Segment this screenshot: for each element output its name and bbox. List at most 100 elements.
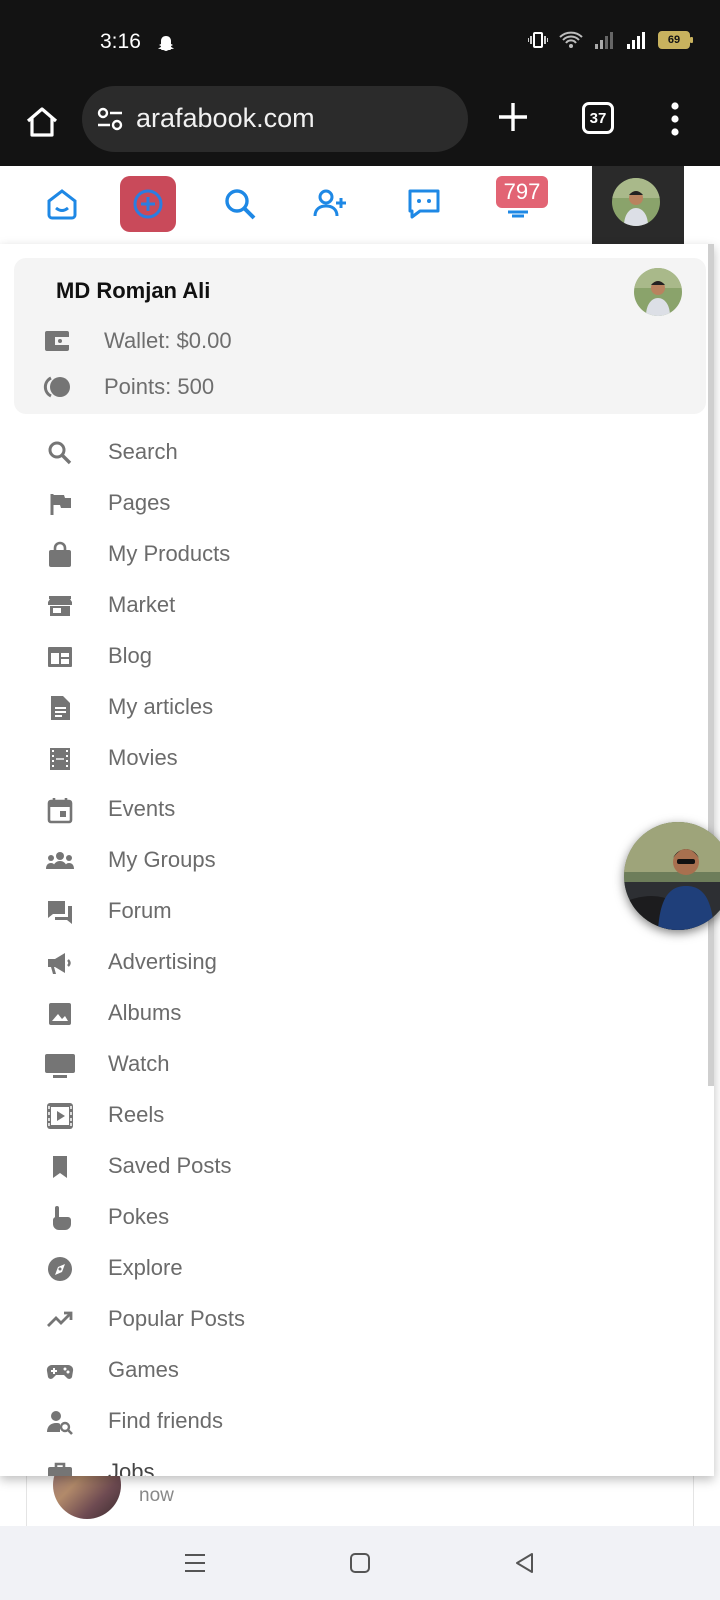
recents-icon[interactable] (182, 1550, 208, 1576)
menu-item-label: Forum (108, 898, 172, 923)
add-circle-icon (133, 189, 163, 219)
profile-avatar (612, 178, 660, 226)
back-icon[interactable] (512, 1550, 538, 1576)
menu-item-advertising[interactable]: Advertising (0, 936, 700, 987)
menu-item-label: Market (108, 592, 176, 617)
wallet-icon (45, 331, 69, 351)
reels-icon (47, 1103, 73, 1129)
menu-item-my-products[interactable]: My Products (0, 528, 700, 579)
tv-icon (45, 1054, 75, 1078)
menu-item-label: Reels (108, 1102, 165, 1127)
groups-icon (46, 852, 74, 869)
menu-item-my-articles[interactable]: My articles (0, 681, 700, 732)
search-icon[interactable] (222, 186, 258, 222)
points-icon (43, 376, 70, 398)
gamepad-icon (46, 1364, 74, 1379)
menu-item-label: Search (108, 439, 178, 464)
compass-icon (48, 1257, 72, 1281)
poke-icon (53, 1206, 71, 1230)
menu-item-label: Movies (108, 745, 178, 770)
notification-badge: 797 (496, 176, 548, 208)
bookmark-icon (53, 1156, 67, 1178)
menu-item-pokes[interactable]: Pokes (0, 1191, 700, 1242)
battery-icon: 69 (658, 31, 693, 49)
points-balance: Points: 500 (104, 374, 215, 399)
menu-item-games[interactable]: Games (0, 1344, 700, 1395)
search-icon (48, 441, 72, 465)
status-bar: 3:16 69 (0, 0, 720, 86)
url-text[interactable]: arafabook.com (136, 103, 315, 134)
menu-item-label: Popular Posts (108, 1306, 245, 1331)
scrollbar[interactable] (708, 244, 714, 1086)
menu-item-label: Pages (108, 490, 171, 515)
store-icon (48, 596, 72, 616)
home-icon[interactable] (44, 186, 80, 222)
wallet-row[interactable]: Wallet: $0.00 (42, 326, 232, 356)
menu-item-label: My Groups (108, 847, 216, 872)
add-friend-icon[interactable] (312, 186, 348, 222)
profile-menu-button[interactable] (592, 166, 684, 244)
calendar-icon (47, 798, 73, 824)
menu-list: Search Pages My Products Market Blog My … (0, 426, 700, 1476)
signal-icon (595, 32, 613, 49)
tab-switcher[interactable]: 37 (582, 102, 614, 134)
address-bar[interactable]: arafabook.com (82, 86, 468, 152)
menu-item-saved-posts[interactable]: Saved Posts (0, 1140, 700, 1191)
messages-icon[interactable] (406, 186, 442, 222)
menu-item-my-groups[interactable]: My Groups (0, 834, 700, 885)
wifi-icon (559, 31, 583, 48)
film-icon (50, 748, 70, 770)
browser-toolbar: arafabook.com 37 (0, 86, 720, 166)
menu-item-find-friends[interactable]: Find friends (0, 1395, 700, 1446)
signal-icon (627, 32, 645, 49)
menu-item-label: Saved Posts (108, 1153, 232, 1178)
menu-item-label: Pokes (108, 1204, 170, 1229)
menu-item-label: My Products (108, 541, 231, 566)
avatar-photo (634, 268, 682, 316)
image-icon (49, 1003, 71, 1025)
person-search-icon (47, 1411, 73, 1435)
menu-item-label: Blog (108, 643, 153, 668)
user-summary-card[interactable]: MD Romjan Ali Wallet: $0.00 Points: 500 (14, 258, 706, 414)
wallet-balance: Wallet: $0.00 (104, 328, 232, 353)
post-timestamp: now (139, 1485, 174, 1506)
menu-item-watch[interactable]: Watch (0, 1038, 700, 1089)
menu-item-label: Advertising (108, 949, 217, 974)
status-time: 3:16 (100, 30, 141, 53)
menu-item-events[interactable]: Events (0, 783, 700, 834)
points-row[interactable]: Points: 500 (42, 372, 214, 402)
vibrate-icon (528, 32, 548, 48)
site-settings-icon[interactable] (96, 106, 124, 132)
blog-icon (48, 647, 72, 667)
home-icon[interactable] (347, 1550, 373, 1576)
menu-item-forum[interactable]: Forum (0, 885, 700, 936)
home-icon[interactable] (24, 104, 60, 140)
menu-item-label: Explore (108, 1255, 183, 1280)
menu-item-blog[interactable]: Blog (0, 630, 700, 681)
snapchat-ghost-icon (158, 36, 174, 51)
user-name[interactable]: MD Romjan Ali (56, 278, 210, 304)
menu-item-explore[interactable]: Explore (0, 1242, 700, 1293)
menu-item-label: Find friends (108, 1408, 223, 1433)
new-tab-icon[interactable] (496, 100, 530, 134)
menu-item-label: My articles (108, 694, 214, 719)
more-menu-icon[interactable] (670, 102, 680, 136)
article-icon (51, 696, 70, 720)
menu-item-pages[interactable]: Pages (0, 477, 700, 528)
create-post-button[interactable] (120, 176, 176, 232)
notification-count: 797 (503, 179, 541, 204)
menu-item-label: Jobs (108, 1459, 155, 1476)
menu-item-movies[interactable]: Movies (0, 732, 700, 783)
menu-item-jobs[interactable]: Jobs (0, 1446, 700, 1476)
megaphone-icon (48, 953, 71, 974)
user-avatar[interactable] (634, 268, 682, 316)
menu-item-albums[interactable]: Albums (0, 987, 700, 1038)
menu-item-market[interactable]: Market (0, 579, 700, 630)
menu-item-reels[interactable]: Reels (0, 1089, 700, 1140)
menu-item-label: Events (108, 796, 176, 821)
user-dropdown-menu: MD Romjan Ali Wallet: $0.00 Points: 500 … (0, 244, 714, 1476)
menu-item-popular-posts[interactable]: Popular Posts (0, 1293, 700, 1344)
avatar-photo (612, 178, 660, 226)
menu-item-search[interactable]: Search (0, 426, 700, 477)
trending-icon (47, 1311, 73, 1327)
